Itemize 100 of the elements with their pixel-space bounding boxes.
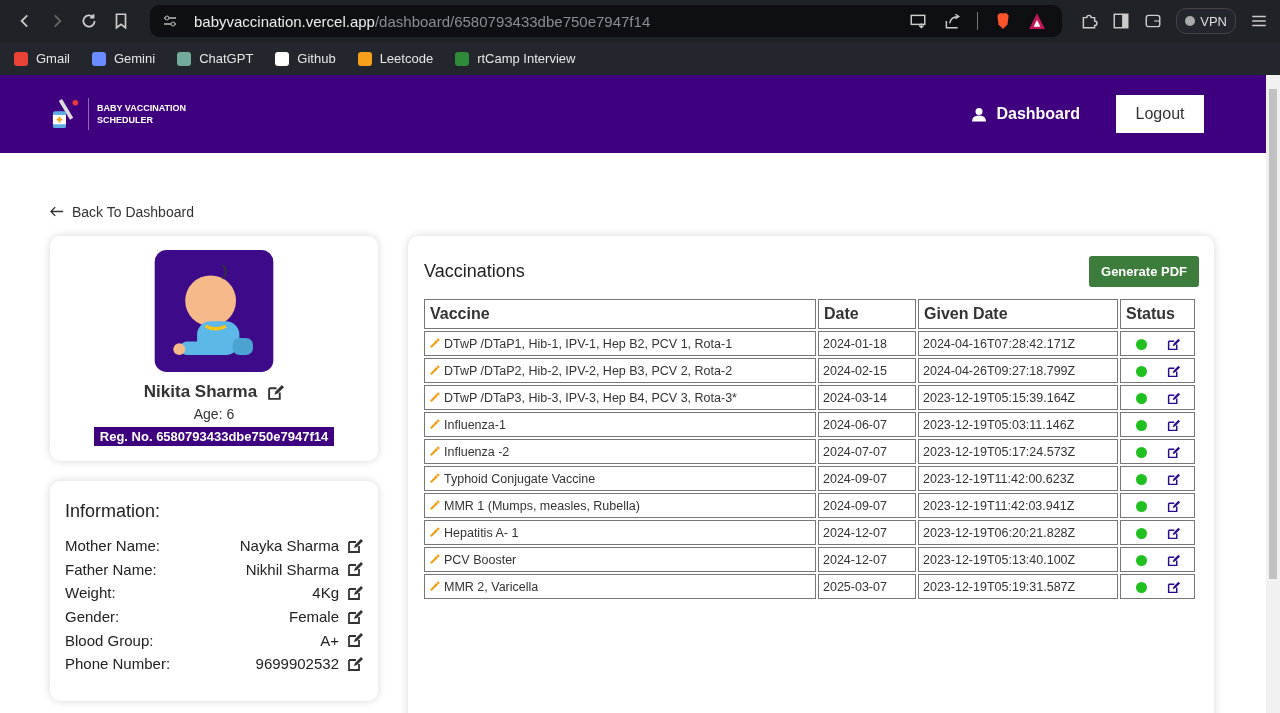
table-cell: 2023-12-19T05:17:24.573Z: [918, 439, 1118, 464]
table-cell: 2024-06-07: [818, 412, 916, 437]
table-cell: 2023-12-19T11:42:00.623Z: [918, 466, 1118, 491]
field-label: Father Name:: [65, 560, 157, 578]
edit-icon[interactable]: [1166, 472, 1180, 486]
table-cell: 2023-12-19T05:13:40.100Z: [918, 547, 1118, 572]
cast-icon[interactable]: [909, 12, 928, 30]
table-cell: 2024-01-18: [818, 331, 916, 356]
table-cell: 2024-04-16T07:28:42.171Z: [918, 331, 1118, 356]
column-header: Date: [818, 299, 916, 329]
field-value: Nikhil Sharma: [245, 560, 339, 578]
syringe-icon: [429, 499, 440, 511]
field-value: Nayka Sharma: [239, 537, 339, 555]
table-cell: 2024-02-15: [818, 358, 916, 383]
child-name: Nikita Sharma: [143, 382, 258, 402]
vaccine-name: DTwP /DTaP1, Hib-1, IPV-1, Hep B2, PCV 1, Rota-1: [444, 336, 733, 351]
table-cell: 2023-12-19T05:19:31.587Z: [918, 574, 1118, 599]
column-header: Vaccine: [424, 299, 816, 329]
field-label: Blood Group:: [65, 631, 154, 649]
puzzle-icon[interactable]: [1080, 12, 1099, 30]
table-cell: 2024-09-07: [818, 493, 916, 518]
brand-name: BABY VACCINATION SCHEDULER: [97, 102, 186, 126]
generate-pdf-button[interactable]: Generate PDF: [1089, 256, 1199, 287]
field-label: Gender:: [65, 608, 120, 626]
vpn-button[interactable]: VPN: [1176, 8, 1236, 34]
vaccine-name: Typhoid Conjugate Vaccine: [444, 471, 596, 486]
dashboard-link[interactable]: Dashboard: [971, 105, 1080, 123]
bookmark-icon: [177, 51, 192, 66]
bookmark-icon: [275, 51, 290, 66]
triangle-icon[interactable]: [1028, 12, 1047, 30]
share-icon[interactable]: [943, 12, 962, 30]
field-label: Weight:: [65, 584, 116, 602]
bookmark-link[interactable]: rtCamp Interview: [455, 51, 576, 66]
vaccinations-title: Vaccinations: [424, 261, 525, 282]
field-value: 9699902532: [255, 655, 339, 673]
site-settings-icon[interactable]: [162, 13, 178, 29]
vaccine-name: Influenza -2: [444, 444, 510, 459]
vaccine-name: PCV Booster: [444, 552, 517, 567]
logout-button[interactable]: Logout: [1116, 95, 1204, 133]
vaccine-name: DTwP /DTaP3, Hib-3, IPV-3, Hep B4, PCV 3, Rota-3*: [444, 390, 737, 405]
edit-icon[interactable]: [1166, 580, 1180, 594]
address-bar[interactable]: babyvaccination.vercel.app/dashboard/6580793433dbe750e7947f14: [150, 5, 1063, 37]
edit-icon[interactable]: [1166, 445, 1180, 459]
table-cell: 2024-12-07: [818, 520, 916, 545]
column-header: Given Date: [918, 299, 1118, 329]
edit-icon[interactable]: [347, 561, 363, 578]
edit-icon[interactable]: [1166, 553, 1180, 567]
syringe-logo-icon: [52, 98, 80, 130]
sidebar-icon[interactable]: [1112, 12, 1131, 30]
column-header: Status: [1120, 299, 1195, 329]
edit-icon[interactable]: [347, 655, 363, 672]
table-cell: 2024-12-07: [818, 547, 916, 572]
back-link[interactable]: Back To Dashboard: [50, 203, 194, 220]
edit-icon[interactable]: [347, 608, 363, 625]
user-icon: [971, 105, 988, 123]
edit-icon[interactable]: [347, 537, 363, 554]
field-value: 4Kg: [312, 584, 339, 602]
syringe-icon: [429, 472, 440, 484]
information-title: Information:: [65, 501, 162, 522]
wallet-icon[interactable]: [1144, 12, 1163, 30]
table-cell: 2023-12-19T06:20:21.828Z: [918, 520, 1118, 545]
edit-icon[interactable]: [1166, 526, 1180, 540]
table-cell: 2024-09-07: [818, 466, 916, 491]
edit-icon[interactable]: [1166, 391, 1180, 405]
vaccine-name: MMR 2, Varicella: [444, 579, 539, 594]
field-label: Phone Number:: [65, 655, 171, 673]
table-cell: 2023-12-19T05:03:11.146Z: [918, 412, 1118, 437]
table-cell: 2025-03-07: [818, 574, 916, 599]
bookmark-link[interactable]: Leetcode: [357, 51, 434, 66]
registration-badge: Reg. No. 6580793433dbe750e7947f14: [93, 427, 335, 446]
vaccine-name: DTwP /DTaP2, Hib-2, IPV-2, Hep B3, PCV 2, Rota-2: [444, 363, 733, 378]
edit-icon[interactable]: [1166, 418, 1180, 432]
edit-icon[interactable]: [1166, 337, 1180, 351]
bookmark-link[interactable]: Github: [275, 51, 336, 66]
vaccine-name: MMR 1 (Mumps, measles, Rubella): [444, 498, 640, 513]
bookmark-icon: [455, 51, 470, 66]
table-cell: 2024-07-07: [818, 439, 916, 464]
table-cell: 2023-12-19T05:15:39.164Z: [918, 385, 1118, 410]
syringe-icon: [429, 445, 440, 457]
scrollbar[interactable]: [1266, 75, 1280, 713]
field-label: Mother Name:: [65, 537, 161, 555]
reload-icon[interactable]: [80, 12, 98, 30]
bookmark-link[interactable]: ChatGPT: [177, 51, 254, 66]
edit-icon[interactable]: [1166, 364, 1180, 378]
edit-icon[interactable]: [347, 632, 363, 649]
edit-icon[interactable]: [267, 383, 285, 401]
bookmark-icon: [91, 51, 106, 66]
bookmark-icon: [357, 51, 372, 66]
edit-icon[interactable]: [347, 585, 363, 601]
syringe-icon: [429, 553, 440, 565]
syringe-icon: [429, 526, 440, 538]
table-cell: 2024-03-14: [818, 385, 916, 410]
bookmark-link[interactable]: Gemini: [91, 51, 156, 66]
vaccine-name: Influenza-1: [444, 417, 506, 432]
syringe-icon: [429, 364, 440, 376]
table-cell: 2023-12-19T11:42:03.941Z: [918, 493, 1118, 518]
edit-icon[interactable]: [1166, 499, 1180, 513]
bookmark-link[interactable]: Gmail: [14, 51, 70, 66]
left-arrow-icon: [50, 206, 64, 217]
vaccine-name: Hepatitis A- 1: [444, 525, 519, 540]
